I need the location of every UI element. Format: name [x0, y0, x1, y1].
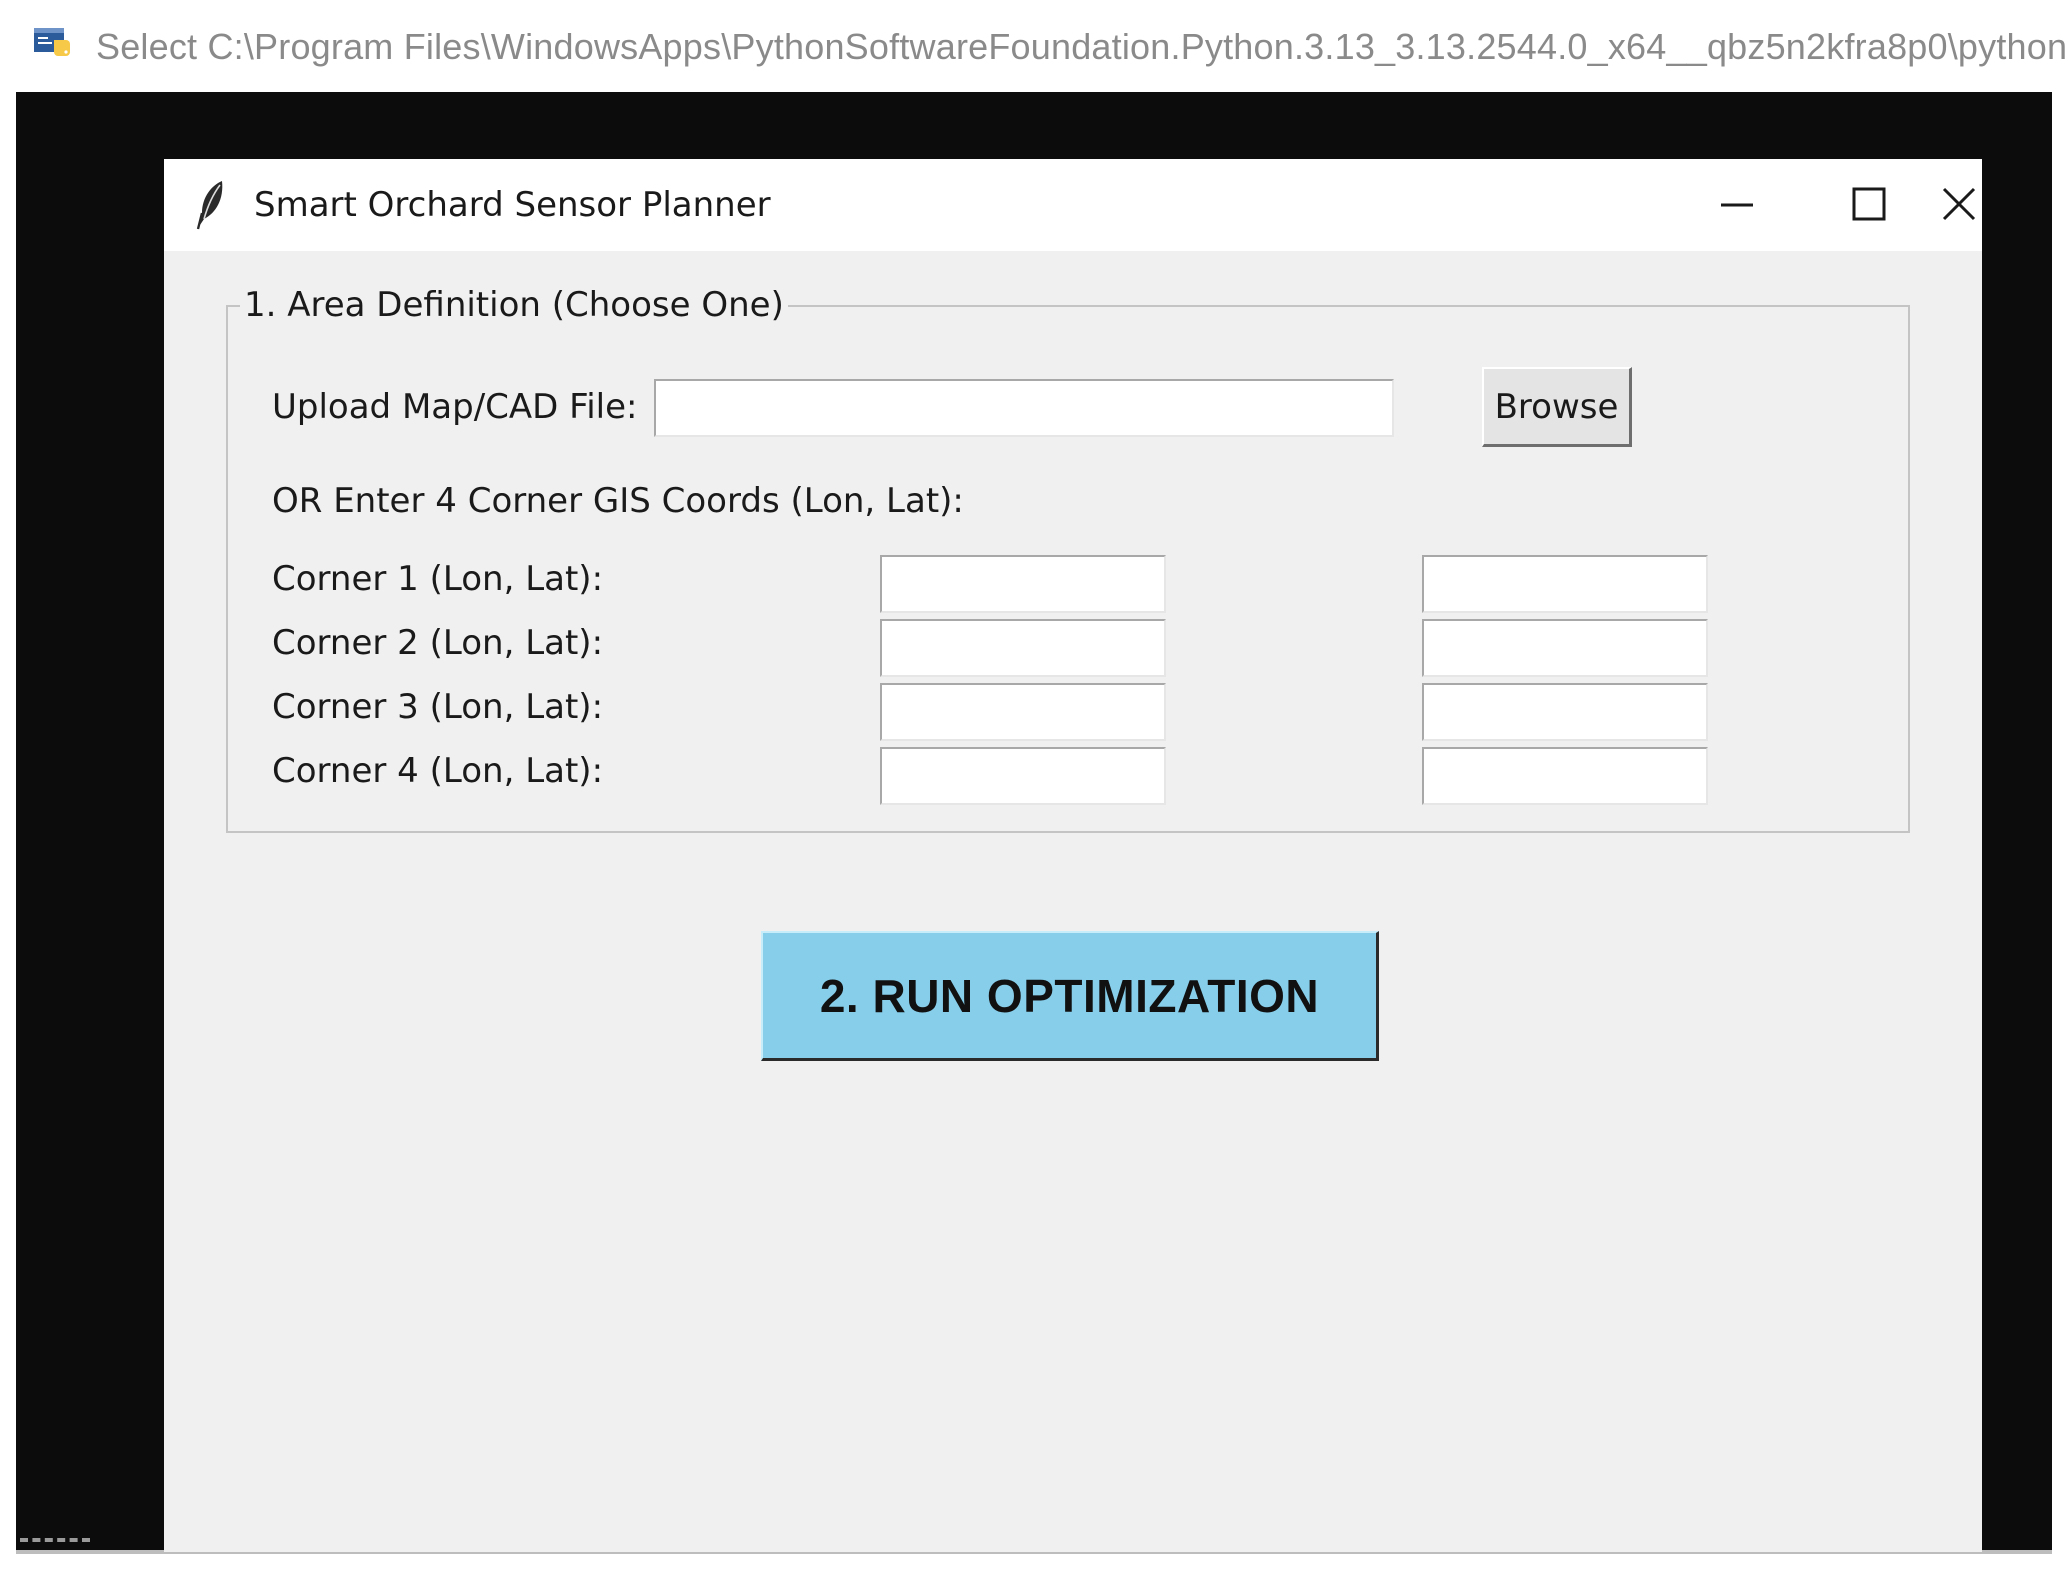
python-console-icon	[34, 26, 76, 60]
close-icon	[1942, 187, 1976, 221]
console-cursor	[20, 1538, 90, 1548]
browse-button[interactable]: Browse	[1482, 367, 1632, 447]
upload-file-label: Upload Map/CAD File:	[272, 387, 638, 427]
screen: Select C:\Program Files\WindowsApps\Pyth…	[0, 0, 2068, 1570]
maximize-button[interactable]	[1804, 159, 1934, 251]
corner-2-label: Corner 2 (Lon, Lat):	[272, 623, 604, 663]
area-definition-title: 1. Area Definition (Choose One)	[240, 285, 788, 325]
corner-1-lon-input[interactable]	[880, 555, 1166, 613]
corner-3-lon-input[interactable]	[880, 683, 1166, 741]
corner-3-lat-input[interactable]	[1422, 683, 1708, 741]
tk-feather-icon	[194, 179, 230, 231]
corner-3-label: Corner 3 (Lon, Lat):	[272, 687, 604, 727]
app-titlebar[interactable]: Smart Orchard Sensor Planner	[164, 159, 1982, 251]
corner-4-lat-input[interactable]	[1422, 747, 1708, 805]
minimize-button[interactable]	[1672, 159, 1802, 251]
corner-1-lat-input[interactable]	[1422, 555, 1708, 613]
corner-4-lon-input[interactable]	[880, 747, 1166, 805]
corner-2-lat-input[interactable]	[1422, 619, 1708, 677]
corner-2-lon-input[interactable]	[880, 619, 1166, 677]
close-button[interactable]	[1940, 159, 1982, 251]
corner-1-label: Corner 1 (Lon, Lat):	[272, 559, 604, 599]
upload-file-input[interactable]	[654, 379, 1394, 437]
run-optimization-button[interactable]: 2. RUN OPTIMIZATION	[761, 931, 1379, 1061]
maximize-icon	[1852, 187, 1886, 221]
app-title: Smart Orchard Sensor Planner	[254, 185, 771, 225]
console-title: Select C:\Program Files\WindowsApps\Pyth…	[96, 26, 2068, 67]
app-window: Smart Orchard Sensor Planner 1. Area Def…	[164, 159, 1982, 1552]
console-titlebar[interactable]: Select C:\Program Files\WindowsApps\Pyth…	[0, 0, 2068, 92]
gis-coords-label: OR Enter 4 Corner GIS Coords (Lon, Lat):	[272, 481, 964, 521]
minimize-icon	[1721, 203, 1753, 207]
corner-4-label: Corner 4 (Lon, Lat):	[272, 751, 604, 791]
